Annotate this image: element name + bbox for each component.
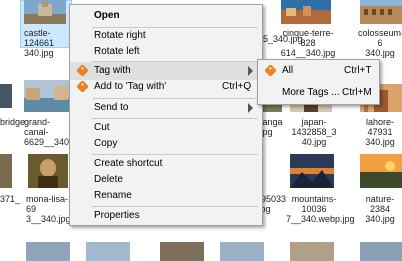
chevron-right-icon: [248, 66, 253, 76]
file-thumbnail-row4-3[interactable]: [160, 242, 204, 261]
submenu-item-all-shortcut: Ctrl+T: [344, 65, 372, 76]
submenu-item-more-tags[interactable]: More Tags ... Ctrl+M: [258, 84, 379, 102]
file-name-castle[interactable]: castle-124661 340.jpg: [24, 28, 70, 58]
file-thumbnail-row4-1[interactable]: [26, 242, 70, 261]
file-thumbnail-row4-5[interactable]: [290, 242, 334, 261]
grand-canal-image: [24, 80, 72, 112]
chevron-right-icon: [248, 103, 253, 113]
file-thumbnail-row4-4[interactable]: [220, 242, 264, 261]
bridge-image: [0, 84, 12, 108]
menu-item-copy-label: Copy: [94, 138, 118, 149]
file-name-japan[interactable]: japan-1432858_3 40.jpg: [286, 117, 342, 147]
submenu-item-all[interactable]: All Ctrl+T: [258, 62, 379, 80]
file-thumbnail-row3-left[interactable]: [0, 154, 12, 188]
menu-item-add-to-tag-shortcut: Ctrl+Q: [222, 81, 252, 92]
row4-image-2: [86, 242, 130, 261]
menu-item-rotate-left-label: Rotate left: [94, 46, 140, 57]
context-menu: Open Rotate right Rotate left Tag with A…: [69, 4, 263, 226]
menu-item-send-to[interactable]: Send to: [70, 99, 262, 117]
menu-item-send-to-label: Send to: [94, 102, 129, 113]
file-thumbnail-castle[interactable]: [24, 0, 66, 24]
file-thumbnail-colosseum[interactable]: [360, 0, 402, 24]
file-thumbnail-row4-2[interactable]: [86, 242, 130, 261]
mountains-image: [290, 154, 334, 188]
file-name-mountains[interactable]: mountains-10036 7__340.webp.jpg: [286, 194, 355, 224]
menu-item-rotate-left[interactable]: Rotate left: [70, 43, 262, 61]
submenu-item-more-tags-shortcut: Ctrl+M: [342, 87, 372, 98]
file-name-bridge[interactable]: bridge: [0, 117, 25, 127]
file-thumbnail-nature[interactable]: [360, 154, 402, 188]
cinque-terre-image: [281, 0, 331, 24]
tag-icon: [76, 64, 89, 77]
file-thumbnail-cinque-terre[interactable]: [281, 0, 331, 24]
row3-left-image: [0, 154, 12, 188]
colosseum-image: [360, 0, 402, 24]
file-name-colosseum[interactable]: colosseum-6 340.jpg: [358, 28, 402, 58]
menu-item-open-label: Open: [94, 10, 120, 21]
row4-image-4: [220, 242, 264, 261]
menu-item-copy[interactable]: Copy: [70, 135, 262, 153]
menu-item-properties-label: Properties: [94, 210, 140, 221]
row4-image-5: [290, 242, 334, 261]
menu-item-properties[interactable]: Properties: [70, 207, 262, 225]
menu-item-add-to-tag-label: Add to 'Tag with': [94, 81, 167, 92]
file-thumbnail-row4-6[interactable]: [360, 242, 402, 261]
tag-icon: [264, 64, 277, 77]
file-name-row3-left[interactable]: 371_: [0, 194, 20, 204]
menu-item-rename-label: Rename: [94, 190, 132, 201]
row4-image-3: [160, 242, 204, 261]
tag-plus-icon: [76, 80, 89, 93]
menu-item-rename[interactable]: Rename: [70, 187, 262, 205]
file-name-mona-lisa[interactable]: mona-lisa-69 3__340.jpg: [26, 194, 74, 224]
file-name-nature[interactable]: nature-2384 340.jpg: [358, 194, 402, 224]
castle-image: [24, 0, 66, 24]
file-thumbnail-bridge[interactable]: [0, 84, 12, 108]
row4-image-1: [26, 242, 70, 261]
submenu-item-all-label: All: [282, 65, 294, 76]
file-thumbnail-mona-lisa[interactable]: [28, 154, 68, 188]
file-name-lahore[interactable]: lahore-47931 340.jpg: [358, 117, 402, 147]
file-thumbnail-grand-canal[interactable]: [24, 80, 72, 112]
tag-with-submenu: All Ctrl+T More Tags ... Ctrl+M: [257, 59, 380, 105]
menu-item-open[interactable]: Open: [70, 7, 262, 25]
submenu-item-more-tags-label: More Tags ...: [282, 87, 340, 98]
mona-lisa-image: [28, 154, 68, 188]
file-name-grand-canal[interactable]: grand-canal- 6629__340.jpg: [24, 117, 84, 147]
nature-image: [360, 154, 402, 188]
file-thumbnail-mountains[interactable]: [290, 154, 334, 188]
menu-item-add-to-tag[interactable]: Add to 'Tag with' Ctrl+Q: [70, 78, 262, 96]
row4-image-6: [360, 242, 402, 261]
